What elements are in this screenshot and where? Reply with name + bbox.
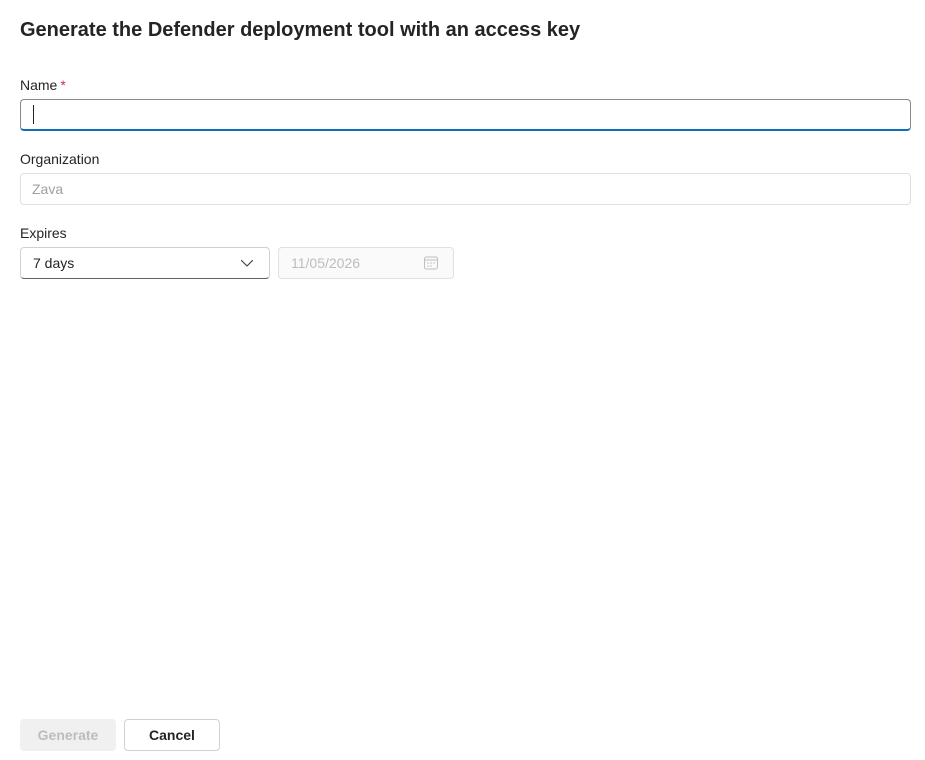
expiry-date-value: 11/05/2026: [291, 255, 361, 271]
generate-access-key-panel: Generate the Defender deployment tool wi…: [0, 0, 925, 760]
expiry-date-field: 11/05/2026: [278, 247, 454, 279]
name-label: Name *: [20, 77, 66, 93]
page-title: Generate the Defender deployment tool wi…: [20, 19, 581, 41]
calendar-icon: [423, 255, 439, 271]
organization-input[interactable]: [20, 173, 911, 205]
expires-selected-value: 7 days: [33, 255, 75, 271]
generate-button[interactable]: Generate: [20, 719, 116, 751]
cancel-button[interactable]: Cancel: [124, 719, 220, 751]
name-label-text: Name: [20, 77, 58, 93]
expires-label: Expires: [20, 225, 67, 241]
organization-label: Organization: [20, 151, 100, 167]
name-input[interactable]: [20, 99, 911, 131]
required-marker: *: [60, 77, 66, 93]
expires-dropdown[interactable]: 7 days: [20, 247, 270, 279]
chevron-down-icon: [239, 255, 255, 271]
text-caret: [33, 105, 34, 124]
